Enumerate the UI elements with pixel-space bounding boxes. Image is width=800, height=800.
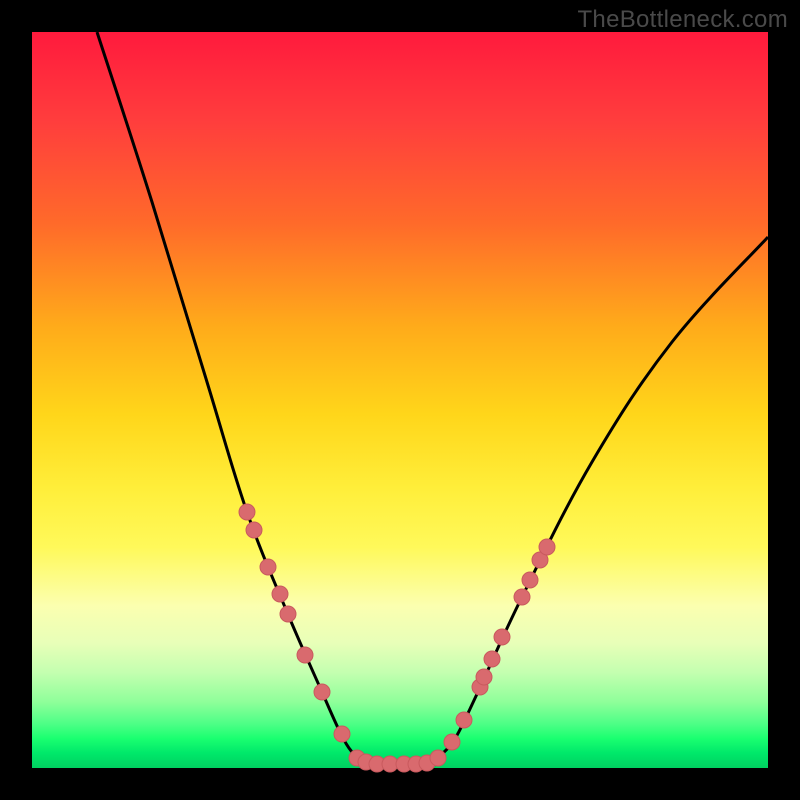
data-dot (539, 539, 555, 555)
data-dot (246, 522, 262, 538)
data-dot (239, 504, 255, 520)
data-dot (334, 726, 350, 742)
data-dot (260, 559, 276, 575)
data-dot (297, 647, 313, 663)
data-dot (430, 750, 446, 766)
data-dot (494, 629, 510, 645)
data-dot (456, 712, 472, 728)
chart-frame: TheBottleneck.com (0, 0, 800, 800)
data-dot (444, 734, 460, 750)
data-dot (272, 586, 288, 602)
watermark-label: TheBottleneck.com (577, 6, 788, 34)
data-dot (514, 589, 530, 605)
data-dot (314, 684, 330, 700)
data-dot (522, 572, 538, 588)
data-dots (239, 504, 555, 772)
curve-layer (32, 32, 768, 768)
data-dot (476, 669, 492, 685)
bottleneck-curve (97, 32, 768, 764)
plot-area (32, 32, 768, 768)
data-dot (484, 651, 500, 667)
data-dot (280, 606, 296, 622)
